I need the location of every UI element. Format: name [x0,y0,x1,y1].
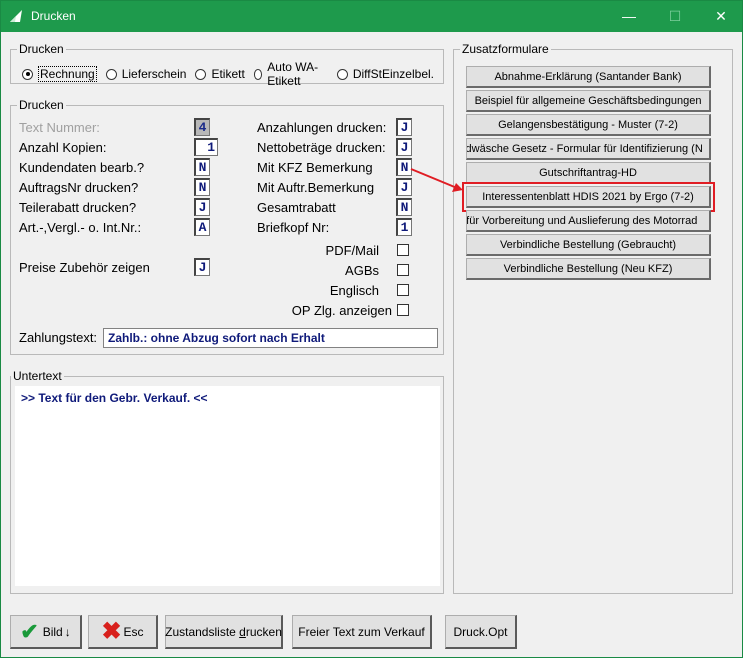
zusatzformulare-legend: Zusatzformulare [462,42,549,56]
zusatz-button-label: Verbindliche Bestellung (Neu KFZ) [503,262,673,275]
zusatz-button[interactable]: Verbindliche Bestellung (Neu KFZ) [466,258,711,280]
zustandsliste-drucken-button[interactable]: Zustandsliste d rucken [165,615,283,649]
pdf-mail-label: PDF/Mail [325,243,379,258]
anzahlungen-field[interactable]: J [396,118,412,136]
anzahl-kopien-label: Anzahl Kopien: [19,140,107,155]
preise-zubehoer-label: Preise Zubehör zeigen [19,260,150,275]
maximize-icon[interactable]: ☐ [652,1,698,32]
zustandsliste-label-accel: d [239,624,246,639]
minimize-icon[interactable]: — [606,1,652,32]
title-bar: Drucken — ☐ ✕ [1,1,742,32]
zusatz-button-label: Abnahme-Erklärung (Santander Bank) [494,70,682,83]
zusatz-button-label: e für Vorbereitung und Auslieferung des … [466,214,698,227]
artnr-label: Art.-,Vergl.- o. Int.Nr.: [19,220,142,235]
agbs-label: AGBs [345,263,379,278]
radio-diffsteinzelbel[interactable]: DiffStEinzelbel. [336,67,434,81]
text-nummer-field: 4 [194,118,210,136]
kfz-bemerkung-field[interactable]: N [396,158,412,176]
nettobetraege-field[interactable]: J [396,138,412,156]
op-zlg-label: OP Zlg. anzeigen [291,303,392,318]
auftr-bemerkung-label: Mit Auftr.Bemerkung [257,180,375,195]
zusatz-button-label: eldwäsche Gesetz - Formular für Identifi… [466,142,703,155]
zusatz-button-label: Gutschriftantrag-HD [539,166,637,179]
untertext-textarea[interactable]: >> Text für den Gebr. Verkauf. << [15,386,440,586]
print-type-legend: Drucken [19,42,64,56]
cancel-x-icon: ✖ [101,617,122,645]
preise-zubehoer-field[interactable]: J [194,258,210,276]
print-type-group: Drucken Rechnung Lieferschein Etikett Au… [10,42,444,88]
radio-indicator [22,68,33,80]
op-zlg-checkbox[interactable] [397,304,409,316]
zusatz-button-label: Beispiel für allgemeine Geschäftsbedingu… [474,94,702,107]
close-icon[interactable]: ✕ [698,1,743,32]
app-icon [10,10,22,22]
auftragsnr-label: AuftragsNr drucken? [19,180,139,195]
kfz-bemerkung-label: Mit KFZ Bemerkung [257,160,373,175]
zahlungstext-field[interactable]: Zahlb.: ohne Abzug sofort nach Erhalt [103,328,438,348]
briefkopf-label: Briefkopf Nr: [257,220,330,235]
esc-label: Esc [123,624,144,639]
radio-label: Rechnung [38,66,97,82]
zusatz-button[interactable]: Gutschriftantrag-HD [466,162,711,184]
window-title: Drucken [31,9,76,23]
radio-rechnung[interactable]: Rechnung [22,66,97,82]
esc-button[interactable]: ✖ Esc [88,615,158,649]
zusatz-button-highlighted[interactable]: Interessentenblatt HDIS 2021 by Ergo (7-… [462,182,715,212]
print-type-radios: Rechnung Lieferschein Etikett Auto WA-Et… [22,60,443,88]
pdf-mail-checkbox[interactable] [397,244,409,256]
radio-indicator [253,68,263,80]
zusatz-button[interactable]: Verbindliche Bestellung (Gebraucht) [466,234,711,256]
bild-label: Bild [42,624,63,639]
radio-etikett[interactable]: Etikett [195,67,245,81]
briefkopf-field[interactable]: 1 [396,218,412,236]
gesamtrabatt-label: Gesamtrabatt [257,200,336,215]
print-dialog: Drucken — ☐ ✕ Drucken Rechnung Liefersch… [0,0,743,658]
radio-indicator [195,68,207,80]
teilerabatt-label: Teilerabatt drucken? [19,200,137,215]
teilerabatt-field[interactable]: J [194,198,210,216]
radio-auto-wa-etikett[interactable]: Auto WA-Etikett [253,60,328,88]
zustandsliste-label-part2: rucken [245,624,282,639]
auftr-bemerkung-field[interactable]: J [396,178,412,196]
englisch-checkbox[interactable] [397,284,409,296]
zusatz-button[interactable]: Gelangensbestätigung - Muster (7-2) [466,114,711,136]
checkmark-icon: ✔ [20,618,39,644]
freier-text-label: Freier Text zum Verkauf [298,624,425,639]
radio-indicator [336,68,348,80]
radio-lieferschein[interactable]: Lieferschein [105,67,187,81]
kundendaten-field[interactable]: N [194,158,210,176]
zusatz-button[interactable]: Beispiel für allgemeine Geschäftsbedingu… [466,90,711,112]
print-options-legend: Drucken [19,98,64,112]
kundendaten-label: Kundendaten bearb.? [19,160,145,175]
arrow-down-icon: ↓ [64,624,71,639]
zusatz-button[interactable]: eldwäsche Gesetz - Formular für Identifi… [466,138,711,160]
artnr-field[interactable]: A [194,218,210,236]
zusatz-button-label: Verbindliche Bestellung (Gebraucht) [499,238,677,251]
agbs-checkbox[interactable] [397,264,409,276]
radio-label: Etikett [211,67,245,81]
zusatz-button[interactable]: Abnahme-Erklärung (Santander Bank) [466,66,711,88]
gesamtrabatt-field[interactable]: N [396,198,412,216]
freier-text-button[interactable]: Freier Text zum Verkauf [292,615,432,649]
zahlungstext-label: Zahlungstext: [19,330,98,345]
druck-opt-label: Druck.Opt [453,624,508,639]
radio-label: DiffStEinzelbel. [352,67,434,81]
zusatz-button-label: Gelangensbestätigung - Muster (7-2) [498,118,678,131]
radio-label: Lieferschein [121,67,187,81]
druck-opt-button[interactable]: Druck.Opt [445,615,517,649]
zusatzformulare-list: Abnahme-Erklärung (Santander Bank) Beisp… [453,66,733,286]
bild-button[interactable]: ✔ Bild ↓ [10,615,82,649]
zustandsliste-label-part1: Zustandsliste [165,624,240,639]
zusatz-button-label: Interessentenblatt HDIS 2021 by Ergo (7-… [482,190,694,203]
auftragsnr-field[interactable]: N [194,178,210,196]
radio-indicator [105,68,117,80]
zusatz-button[interactable]: e für Vorbereitung und Auslieferung des … [466,210,711,232]
anzahl-kopien-field[interactable]: 1 [194,138,218,156]
anzahlungen-label: Anzahlungen drucken: [257,120,387,135]
radio-label: Auto WA-Etikett [267,60,319,88]
nettobetraege-label: Nettobeträge drucken: [257,140,386,155]
untertext-legend: Untertext [13,369,62,383]
text-nummer-label: Text Nummer: [19,120,100,135]
englisch-label: Englisch [329,283,379,298]
